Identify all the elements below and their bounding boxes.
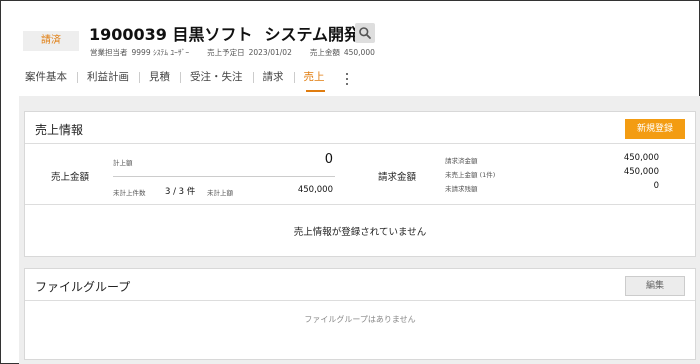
register-button[interactable]: 新規登録 [625,119,685,139]
sales-card: 売上情報 新規登録 売上金額 計上額 0 未計上件数 3 / 3 件 未計上額 … [24,111,696,257]
tab-project-basic[interactable]: 案件基本 [19,68,77,90]
recorded-value: 0 [324,152,333,167]
status-badge: 請済 [23,31,79,51]
more-vertical-icon[interactable] [339,68,355,90]
sales-card-title: 売上情報 [35,123,84,137]
sales-empty-message: 売上情報が登録されていません [293,227,427,238]
unsold-value: 450,000 [623,167,659,177]
tab-bar: 案件基本 利益計画 見積 受注・失注 請求 売上 [19,68,355,92]
project-id: 1900039 [89,25,167,44]
search-button[interactable] [355,23,375,43]
meta-amount-value: 450,000 [343,48,375,57]
project-name: システム開発 [264,25,361,44]
summary-divider [113,176,335,177]
unrecorded-amount-value: 450,000 [297,185,333,195]
unsold-label: 未売上金額 (1件) [445,171,496,179]
unbilled-value: 0 [653,181,659,191]
sales-summary: 売上金額 計上額 0 未計上件数 3 / 3 件 未計上額 450,000 請求… [25,145,695,205]
meta-rep-value: 9999 ｼｽﾃﾑ ﾕｰｻﾞｰ [131,48,190,57]
recorded-label: 計上額 [113,159,133,167]
file-group-empty-message: ファイルグループはありません [304,315,416,324]
tab-estimate[interactable]: 見積 [139,68,180,90]
tab-order[interactable]: 受注・失注 [180,68,253,90]
unrecorded-count-value: 3 / 3 件 [165,187,196,197]
meta-date-label: 売上予定日 [207,48,245,57]
file-group-header: ファイルグループ 編集 [25,269,695,301]
app-frame: 請済 1900039 目黒ソフト システム開発 営業担当者 9999 ｼｽﾃﾑ ﾕｰ… [0,0,700,364]
meta-amount-label: 売上金額 [309,48,340,57]
tab-sales[interactable]: 売上 [293,68,335,92]
sales-amount-label: 売上金額 [51,172,90,183]
page-title: 1900039 目黒ソフト システム開発 [89,21,360,45]
meta-rep-label: 営業担当者 [90,48,128,57]
tab-billing[interactable]: 請求 [252,68,294,90]
billed-label: 請求済金額 [445,157,478,165]
meta-date-value: 2023/01/02 [248,48,292,57]
unrecorded-amount-label: 未計上額 [207,189,233,197]
billing-amount-label: 請求金額 [378,172,417,183]
billed-value: 450,000 [623,153,659,163]
file-group-card: ファイルグループ 編集 ファイルグループはありません [24,268,696,360]
search-icon [359,27,371,39]
customer-name: 目黒ソフト [172,25,253,44]
edit-button[interactable]: 編集 [625,276,685,296]
project-meta: 営業担当者 9999 ｼｽﾃﾑ ﾕｰｻﾞｰ 売上予定日 2023/01/02 売上金額 4… [90,47,379,58]
file-group-title: ファイルグループ [35,280,131,294]
sales-card-header: 売上情報 新規登録 [25,112,695,144]
tab-profit-plan[interactable]: 利益計画 [77,68,139,90]
content-area: 売上情報 新規登録 売上金額 計上額 0 未計上件数 3 / 3 件 未計上額 … [19,96,700,364]
unbilled-label: 未請求残額 [445,185,478,193]
unrecorded-count-label: 未計上件数 [113,189,146,197]
